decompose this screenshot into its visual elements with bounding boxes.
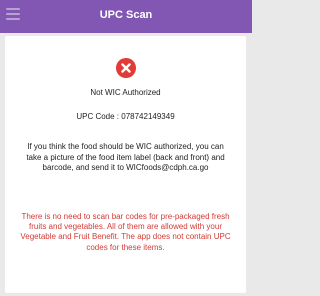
error-x-circle-icon [116,58,136,78]
scan-result-card: Not WIC Authorized UPC Code : 0787421493… [5,36,246,293]
report-instructions: If you think the food should be WIC auth… [26,142,225,172]
page-title: UPC Scan [99,9,153,21]
produce-notice: There is no need to scan bar codes for p… [20,212,231,252]
authorization-status: Not WIC Authorized [90,88,161,97]
upc-code: UPC Code : 078742149349 [76,112,175,121]
app-header: UPC Scan [0,0,252,33]
